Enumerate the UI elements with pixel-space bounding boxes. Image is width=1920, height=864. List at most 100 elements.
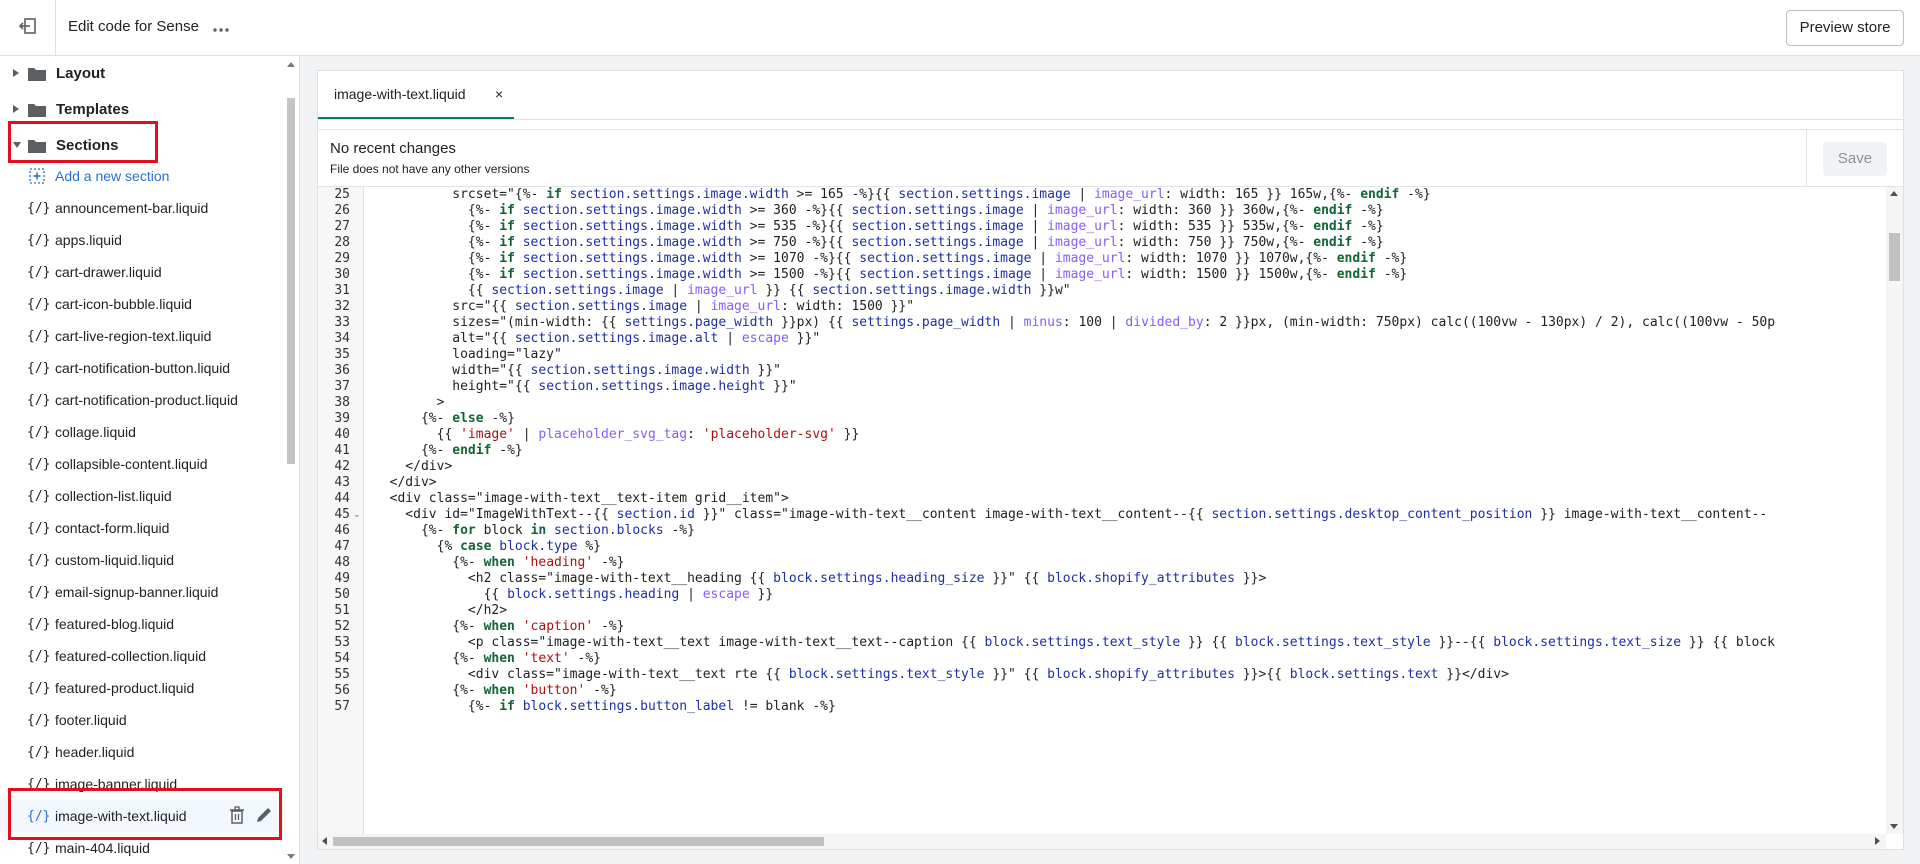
line-number: 25 [334, 187, 350, 202]
code-line: <div id="ImageWithText--{{ section.id }}… [374, 507, 1768, 522]
more-icon [213, 19, 229, 37]
code-line: loading="lazy" [374, 347, 562, 362]
code-line: <div class="image-with-text__text-item g… [374, 491, 789, 506]
fold-chevron-icon[interactable]: ⌄ [353, 509, 361, 520]
file-item[interactable]: {/} apps.liquid [0, 224, 283, 256]
file-item[interactable]: {/} header.liquid [0, 736, 283, 768]
file-label: collection-list.liquid [55, 488, 172, 504]
file-item[interactable]: {/} cart-notification-product.liquid [0, 384, 283, 416]
file-item[interactable]: {/} featured-product.liquid [0, 672, 283, 704]
add-new-section-link[interactable]: Add a new section [0, 160, 283, 192]
code-file-icon: {/} [27, 648, 51, 664]
file-item[interactable]: {/} collapsible-content.liquid [0, 448, 283, 480]
line-number: 28 [334, 235, 350, 250]
code-horizontal-scrollbar[interactable] [318, 834, 1886, 849]
file-label: cart-drawer.liquid [55, 264, 162, 280]
code-line: > [374, 395, 445, 410]
file-item[interactable]: {/} announcement-bar.liquid [0, 192, 283, 224]
add-file-icon [29, 168, 55, 184]
code-line: </div> [374, 459, 453, 474]
line-number: 29 [334, 251, 350, 266]
folder-icon [28, 66, 46, 81]
file-item[interactable]: {/} featured-blog.liquid [0, 608, 283, 640]
code-line: {%- when 'text' -%} [374, 651, 601, 666]
code-line: height="{{ section.settings.image.height… [374, 379, 797, 394]
status-title: No recent changes [330, 140, 456, 157]
file-label: main-404.liquid [55, 840, 150, 856]
file-item[interactable]: {/} contact-form.liquid [0, 512, 283, 544]
folder-label: Templates [56, 100, 130, 118]
code-line: {% case block.type %} [374, 539, 601, 554]
line-number: 43 [334, 475, 350, 490]
file-item[interactable]: {/} featured-collection.liquid [0, 640, 283, 672]
code-file-icon: {/} [27, 552, 51, 568]
file-item[interactable]: {/} collage.liquid [0, 416, 283, 448]
file-item[interactable]: {/} cart-notification-button.liquid [0, 352, 283, 384]
code-file-icon: {/} [27, 584, 51, 600]
line-number: 33 [334, 315, 350, 330]
code-vertical-scrollbar[interactable] [1886, 187, 1903, 834]
top-bar: Edit code for Sense Preview store [0, 0, 1920, 56]
code-line: {%- when 'caption' -%} [374, 619, 625, 634]
highlight-box-selected-file [8, 788, 282, 840]
line-number: 36 [334, 363, 350, 378]
code-file-icon: {/} [27, 296, 51, 312]
code-line: {%- if block.settings.button_label != bl… [374, 699, 836, 714]
code-line: {%- endif -%} [374, 443, 523, 458]
code-editor[interactable]: 25 26 27 28 29 30 31 32 33 34 35 36 37 38 39 40 41 42 43 44… [318, 187, 1886, 834]
code-file-icon: {/} [27, 680, 51, 696]
file-label: featured-blog.liquid [55, 616, 175, 632]
folder-layout[interactable]: Layout [0, 56, 283, 90]
file-item[interactable]: {/} email-signup-banner.liquid [0, 576, 283, 608]
line-number: 38 [334, 395, 350, 410]
file-sidebar: Layout Templates Sections Add a new sect… [0, 56, 300, 864]
line-number: 40 [334, 427, 350, 442]
line-number: 34 [334, 331, 350, 346]
file-label: apps.liquid [55, 232, 122, 248]
code-file-icon: {/} [27, 520, 51, 536]
preview-store-button[interactable]: Preview store [1786, 10, 1904, 46]
code-file-icon: {/} [27, 232, 51, 248]
close-icon[interactable]: × [495, 86, 503, 102]
code-line: <h2 class="image-with-text__heading {{ b… [374, 571, 1267, 586]
line-number: 39 [334, 411, 350, 426]
line-number: 50 [334, 587, 350, 602]
code-line: <div class="image-with-text__text rte {{… [374, 667, 1509, 682]
folder-label: Layout [56, 64, 106, 82]
file-label: collage.liquid [55, 424, 136, 440]
line-number: 41 [334, 443, 350, 458]
code-line: {{ section.settings.image | image_url }}… [374, 283, 1071, 298]
tab-image-with-text[interactable]: image-with-text.liquid × [318, 71, 514, 119]
editor-tab-bar: image-with-text.liquid × [318, 71, 1903, 120]
line-number: 56 [334, 683, 350, 698]
caret-right-icon [12, 68, 26, 78]
file-label: featured-product.liquid [55, 680, 195, 696]
code-file-icon: {/} [27, 424, 51, 440]
line-number: 48 [334, 555, 350, 570]
file-label: cart-notification-product.liquid [55, 392, 238, 408]
code-line: srcset="{%- if section.settings.image.wi… [374, 187, 1431, 202]
sidebar-scrollbar[interactable] [283, 56, 299, 864]
line-number-gutter: 25 26 27 28 29 30 31 32 33 34 35 36 37 38 39 40 41 42 43 44… [318, 187, 364, 834]
save-button[interactable]: Save [1823, 142, 1887, 176]
code-file-icon: {/} [27, 488, 51, 504]
caret-right-icon [12, 104, 26, 114]
line-number: 31 [334, 283, 350, 298]
code-line: {%- if section.settings.image.width >= 1… [374, 251, 1408, 266]
file-label: contact-form.liquid [55, 520, 170, 536]
file-item[interactable]: {/} cart-icon-bubble.liquid [0, 288, 283, 320]
editor-panel: image-with-text.liquid × No recent chang… [317, 70, 1904, 850]
more-actions-button[interactable] [210, 17, 232, 39]
tab-label: image-with-text.liquid [334, 86, 466, 102]
line-number: 46 [334, 523, 350, 538]
file-item[interactable]: {/} cart-drawer.liquid [0, 256, 283, 288]
file-item[interactable]: {/} custom-liquid.liquid [0, 544, 283, 576]
file-item[interactable]: {/} cart-live-region-text.liquid [0, 320, 283, 352]
code-line: width="{{ section.settings.image.width }… [374, 363, 782, 378]
code-line: {{ 'image' | placeholder_svg_tag: 'place… [374, 427, 860, 442]
exit-button[interactable] [0, 0, 56, 56]
line-number: 54 [334, 651, 350, 666]
file-item[interactable]: {/} collection-list.liquid [0, 480, 283, 512]
code-file-icon: {/} [27, 712, 51, 728]
file-item[interactable]: {/} footer.liquid [0, 704, 283, 736]
